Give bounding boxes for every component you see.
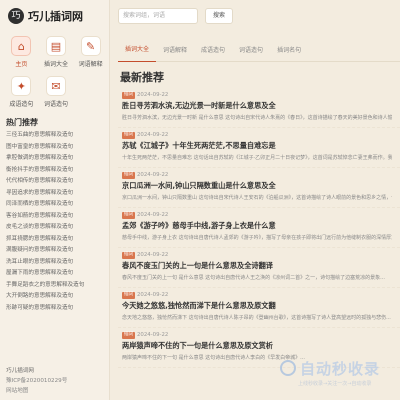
footer-sitemap-link[interactable]: 网站地图 [6,386,106,396]
book-icon: ▤ [45,36,66,56]
nav-item-home[interactable]: ⌂ 主页 [4,36,39,68]
article-title[interactable]: 胜日寻芳泗水滨,无边光景一时新是什么意思及全 [122,101,392,111]
hot-list-item[interactable]: 寻因追求的意思解释及造句 [6,188,106,200]
article-summary: 胜日寻芳泗水滨，无边光景一时新 是什么意思 这句诗出自宋代诗人朱熹的《春日》，这… [122,115,392,121]
hot-list-item[interactable]: 衡抢抖手的意思解释及造句 [6,165,106,177]
category-tabs: 插词大全 词语解释 成语造句 词语造句 插词名句 [118,40,400,62]
article-tag: 插词 [122,92,136,99]
hot-list-item[interactable]: 形跡可疑的意思解释及造句 [6,303,106,315]
article-tag: 插词 [122,292,136,299]
nav-label: 插词大全 [43,61,68,68]
hot-list-item[interactable]: 洗耳止眼的意思解释及造句 [6,257,106,269]
article-summary: 京口瓜洲一水间，钟山只隔数重山 这句诗出自宋代诗人王安石的《泊船瓜洲》，这首诗描… [122,195,392,201]
hot-list-item[interactable]: 手舞足蹈衣之的意思解释及造句 [6,280,106,292]
sidebar: 巧 巧儿插词网 ⌂ 主页 ▤ 插词大全 ✎ 词语解释 ✦ 成语造句 ✉ 词语造句… [0,0,110,400]
hot-list-item[interactable]: 抓耳挠腮的意思解释及造句 [6,234,106,246]
hot-list-item[interactable]: 皮毛之谈的意思解释及造句 [6,222,106,234]
article-summary: 春风不度玉门关的上一句 是什么意思 这句诗出自唐代诗人王之涣的《凉州词二首》之一… [122,275,385,281]
article-date: 2024-09-22 [137,172,169,178]
nav-label: 主页 [15,61,28,68]
article-tag: 插词 [122,172,136,179]
nav-label: 词语造句 [43,101,68,108]
watermark-slogan: 上线秒收录→关注一次→自动收录 [298,381,372,387]
article-title[interactable]: 今天她之悠悠,独怆然而涕下是什么意思及原文翻 [122,301,392,311]
nav-item-word-sentences[interactable]: ✉ 词语造句 [39,76,74,108]
footer-site-name: 巧儿插词网 [6,368,34,374]
hot-list-item[interactable]: 屋漏下雨的意思解释及造句 [6,268,106,280]
article-tag: 插词 [122,252,136,259]
watermark-logo-icon [280,360,296,376]
article-title[interactable]: 两岸猿声啼不住的下一句是什么意思及原文赏析 [122,341,392,351]
tab-all-words[interactable]: 插词大全 [118,39,157,62]
search-input[interactable]: 搜索词组，词语 [118,8,198,24]
hot-list-item[interactable]: 满腹疑问的意思解释及造句 [6,245,106,257]
article-date: 2024-09-22 [137,212,169,218]
site-logo[interactable]: 巧 巧儿插词网 [8,8,83,24]
article-date: 2024-09-22 [137,252,169,258]
article-item[interactable]: 插词 2024-09-22 春风不度玉门关的上一句是什么意思及全诗翻译 春风不度… [118,248,400,288]
hot-list-title: 热门推荐 [6,118,38,127]
hot-list-item[interactable]: 三径五曲的意思解释及造句 [6,130,106,142]
watermark-name: 自动秒收录 [300,360,381,378]
home-icon: ⌂ [11,36,32,56]
article-title[interactable]: 春风不度玉门关的上一句是什么意思及全诗翻译 [122,261,392,271]
article-tag: 插词 [122,332,136,339]
nav-label: 成语造句 [9,101,34,108]
article-tag: 插词 [122,132,136,139]
article-item[interactable]: 插词 2024-09-22 今天她之悠悠,独怆然而涕下是什么意思及原文翻 念天地… [118,288,400,328]
section-title: 最新推荐 [120,71,164,84]
hot-list-item[interactable]: 大开倒路的意思解释及造句 [6,291,106,303]
article-date: 2024-09-22 [137,92,169,98]
article-summary: 念天地之悠悠，独怆然而涕下 这句诗出自唐代诗人陈子昂的《登幽州台歌》，这首诗描写… [122,315,391,321]
article-title[interactable]: 孟郊《游子吟》慈母手中线,游子身上衣是什么意 [122,221,392,231]
nav-item-idiom-sentences[interactable]: ✦ 成语造句 [4,76,39,108]
article-list: 插词 2024-09-22 胜日寻芳泗水滨,无边光景一时新是什么意思及全 胜日寻… [118,88,400,368]
sentence-icon: ✉ [45,76,66,96]
search-button[interactable]: 搜索 [205,8,233,24]
article-date: 2024-09-22 [137,332,169,338]
dictionary-icon: ✎ [80,36,101,56]
article-date: 2024-09-22 [137,292,169,298]
hot-list-item[interactable]: 图中富皇的意思解释及造句 [6,142,106,154]
main-nav: ⌂ 主页 ▤ 插词大全 ✎ 词语解释 ✦ 成语造句 ✉ 词语造句 [4,36,108,108]
nav-label: 词语解释 [78,61,103,68]
hot-list-item[interactable]: 客谷如箭的意思解释及造句 [6,211,106,223]
nav-item-definitions[interactable]: ✎ 词语解释 [73,36,108,68]
hot-list: 三径五曲的意思解释及造句 图中富皇的意思解释及造句 拿腔做调的意思解释及造句 衡… [6,130,106,314]
article-date: 2024-09-22 [137,132,169,138]
article-tag: 插词 [122,212,136,219]
tab-famous-quotes[interactable]: 插词名句 [270,40,308,62]
article-item[interactable]: 插词 2024-09-22 苏轼《江城子》十年生死两茫茫,不思量自难忘是 十年生… [118,128,400,168]
tab-word-sentences[interactable]: 词语造句 [232,40,270,62]
idiom-icon: ✦ [11,76,32,96]
hot-list-item[interactable]: 代代相传的意思解释及造句 [6,176,106,188]
article-item[interactable]: 插词 2024-09-22 胜日寻芳泗水滨,无边光景一时新是什么意思及全 胜日寻… [118,88,400,128]
main-content: 插词大全 词语解释 成语造句 词语造句 插词名句 最新推荐 插词 2024-09… [118,40,400,368]
nav-item-all-words[interactable]: ▤ 插词大全 [39,36,74,68]
hot-list-item[interactable]: 同泽而栖的意思解释及造句 [6,199,106,211]
hot-list-item[interactable]: 拿腔做调的意思解释及造句 [6,153,106,165]
logo-icon: 巧 [8,8,24,24]
article-summary: 十年生死两茫茫，不思量自难忘 这句话出自苏轼的《江城子·乙卯正月二十日夜记梦》，… [122,155,392,161]
tab-definitions[interactable]: 词语解释 [156,40,194,62]
site-name: 巧儿插词网 [28,10,83,23]
article-item[interactable]: 插词 2024-09-22 京口瓜洲一水间,钟山只隔数重山是什么意思及全 京口瓜… [118,168,400,208]
article-title[interactable]: 京口瓜洲一水间,钟山只隔数重山是什么意思及全 [122,181,392,191]
footer-icp[interactable]: 豫ICP备2020010229号 [6,376,106,386]
article-title[interactable]: 苏轼《江城子》十年生死两茫茫,不思量自难忘是 [122,141,392,151]
article-item[interactable]: 插词 2024-09-22 孟郊《游子吟》慈母手中线,游子身上衣是什么意 慈母手… [118,208,400,248]
watermark: 自动秒收录 上线秒收录→关注一次→自动收录 [280,352,398,398]
sidebar-footer: 巧儿插词网 豫ICP备2020010229号 网站地图 [6,366,106,396]
tab-idiom-sentences[interactable]: 成语造句 [194,40,232,62]
article-summary: 慈母手中线，游子身上衣 这句诗出自唐代诗人孟郊的《游子吟》，描写了母亲在孩子即将… [122,235,392,241]
